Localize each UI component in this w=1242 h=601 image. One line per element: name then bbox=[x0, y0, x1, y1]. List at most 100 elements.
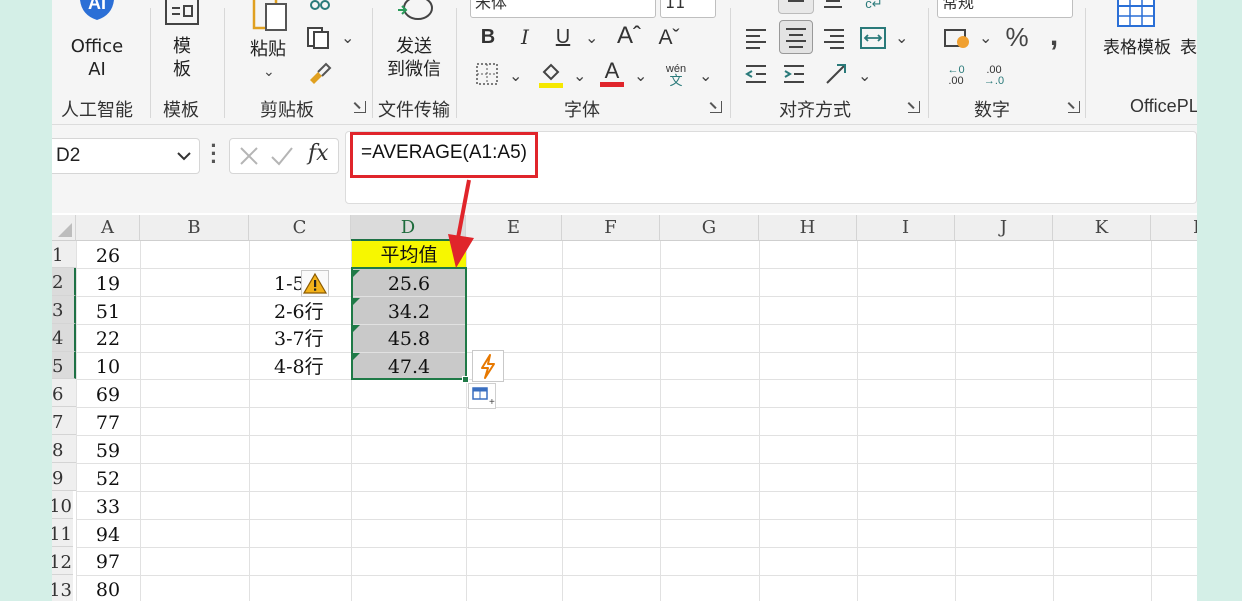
cell-a5[interactable]: 10 bbox=[76, 353, 140, 381]
cell-a3[interactable]: 51 bbox=[76, 298, 140, 326]
cell-a12[interactable]: 97 bbox=[76, 548, 140, 576]
worksheet-grid[interactable] bbox=[52, 215, 1197, 601]
column-header-b[interactable]: B bbox=[140, 215, 249, 241]
column-header-i[interactable]: I bbox=[857, 215, 955, 241]
column-header-g[interactable]: G bbox=[660, 215, 759, 241]
row-header-11[interactable]: 11 bbox=[52, 519, 73, 547]
insert-function-button[interactable]: fx bbox=[308, 141, 329, 166]
merge-dropdown-icon[interactable]: ⌄ bbox=[895, 28, 908, 48]
font-color-dropdown-icon[interactable]: ⌄ bbox=[634, 66, 647, 86]
percent-button[interactable]: % bbox=[1002, 22, 1032, 52]
template-icon[interactable] bbox=[164, 0, 200, 28]
wrap-text-icon[interactable]: c↵ bbox=[860, 0, 888, 14]
decrease-font-button[interactable]: Aˇ bbox=[655, 24, 683, 52]
underline-dropdown-icon[interactable]: ⌄ bbox=[585, 28, 598, 48]
border-dropdown-icon[interactable]: ⌄ bbox=[509, 66, 522, 86]
send-wechat-icon[interactable] bbox=[392, 0, 438, 28]
cell-a6[interactable]: 69 bbox=[76, 381, 140, 409]
underline-button[interactable]: U bbox=[552, 24, 574, 50]
format-painter-icon[interactable] bbox=[306, 60, 332, 86]
row-header-13[interactable]: 13 bbox=[52, 575, 73, 601]
align-right-icon[interactable] bbox=[820, 24, 848, 52]
paste-dropdown-icon[interactable]: ⌄ bbox=[263, 63, 275, 80]
enter-icon[interactable] bbox=[270, 145, 294, 167]
cell-a4[interactable]: 22 bbox=[76, 325, 140, 353]
flash-fill-button[interactable] bbox=[472, 350, 504, 382]
cell-a9[interactable]: 52 bbox=[76, 465, 140, 493]
cell-c5[interactable]: 4-8行 bbox=[274, 353, 350, 381]
align-top-button[interactable] bbox=[778, 0, 814, 14]
cell-a2[interactable]: 19 bbox=[76, 270, 140, 298]
error-warning-button[interactable] bbox=[301, 270, 329, 297]
font-size-combo[interactable]: 11 bbox=[660, 0, 716, 18]
align-left-icon[interactable] bbox=[742, 24, 770, 52]
cell-c4[interactable]: 3-7行 bbox=[274, 325, 350, 353]
cut-icon[interactable] bbox=[309, 0, 331, 12]
phonetic-icon[interactable]: wén 文 bbox=[662, 60, 690, 90]
decrease-decimal-icon[interactable]: .00 →.0 bbox=[980, 62, 1008, 90]
column-header-a[interactable]: A bbox=[76, 215, 140, 241]
office-ai-label[interactable]: Office AI bbox=[62, 35, 132, 81]
text-direction-icon[interactable] bbox=[822, 60, 852, 88]
send-wechat-button[interactable]: 发送 到微信 bbox=[384, 35, 444, 81]
auto-fill-options-button[interactable]: + bbox=[468, 383, 496, 409]
increase-font-button[interactable]: Aˆ bbox=[615, 22, 643, 50]
row-header-9[interactable]: 9 bbox=[52, 463, 76, 491]
number-format-combo[interactable]: 常规 bbox=[937, 0, 1073, 18]
accounting-format-icon[interactable] bbox=[942, 24, 972, 52]
bold-button[interactable]: B bbox=[477, 24, 499, 50]
office-ai-icon[interactable]: AI bbox=[72, 0, 122, 32]
column-header-f[interactable]: F bbox=[562, 215, 660, 241]
accounting-dropdown-icon[interactable]: ⌄ bbox=[979, 28, 992, 48]
select-all-button[interactable] bbox=[52, 215, 76, 241]
increase-decimal-icon[interactable]: ←0.00 bbox=[942, 62, 970, 90]
cell-c2[interactable]: 1-5 bbox=[274, 270, 304, 298]
font-name-combo[interactable]: 宋体 bbox=[470, 0, 656, 18]
cancel-icon[interactable] bbox=[238, 145, 260, 167]
copy-icon[interactable] bbox=[306, 26, 332, 50]
name-box-dropdown-icon[interactable] bbox=[174, 146, 194, 166]
table-template-icon[interactable] bbox=[1116, 0, 1156, 30]
column-header-l[interactable]: L bbox=[1151, 215, 1197, 241]
row-header-8[interactable]: 8 bbox=[52, 435, 76, 463]
column-header-c[interactable]: C bbox=[249, 215, 351, 241]
table-template-button[interactable]: 表格模板 bbox=[1097, 37, 1177, 60]
italic-button[interactable]: I bbox=[514, 24, 536, 50]
table-more-button[interactable]: 表 bbox=[1180, 37, 1197, 60]
alignment-launcher-icon[interactable] bbox=[908, 101, 920, 113]
row-header-12[interactable]: 12 bbox=[52, 547, 73, 575]
column-header-h[interactable]: H bbox=[759, 215, 857, 241]
row-header-7[interactable]: 7 bbox=[52, 407, 76, 435]
comma-style-button[interactable]: , bbox=[1042, 19, 1066, 52]
border-icon[interactable] bbox=[475, 62, 499, 86]
template-button[interactable]: 模 板 bbox=[162, 35, 202, 81]
paste-icon[interactable] bbox=[250, 0, 292, 34]
clipboard-launcher-icon[interactable] bbox=[354, 101, 366, 113]
phonetic-dropdown-icon[interactable]: ⌄ bbox=[699, 66, 712, 86]
row-header-4[interactable]: 4 bbox=[52, 324, 76, 352]
more-options-icon[interactable]: · · · bbox=[210, 135, 218, 173]
align-middle-icon[interactable] bbox=[821, 0, 845, 14]
cell-c3[interactable]: 2-6行 bbox=[274, 298, 350, 326]
cell-a1[interactable]: 26 bbox=[76, 242, 140, 270]
paste-button[interactable]: 粘贴 bbox=[244, 38, 292, 61]
text-direction-dropdown-icon[interactable]: ⌄ bbox=[858, 66, 871, 86]
row-header-1[interactable]: 1 bbox=[52, 241, 76, 268]
row-header-10[interactable]: 10 bbox=[52, 491, 73, 519]
cell-a13[interactable]: 80 bbox=[76, 576, 140, 601]
cell-a8[interactable]: 59 bbox=[76, 437, 140, 465]
row-header-6[interactable]: 6 bbox=[52, 379, 76, 407]
row-header-2[interactable]: 2 bbox=[52, 268, 76, 296]
align-center-button[interactable] bbox=[779, 20, 813, 54]
increase-indent-icon[interactable] bbox=[780, 62, 808, 86]
cell-a10[interactable]: 33 bbox=[76, 493, 140, 521]
font-launcher-icon[interactable] bbox=[710, 101, 722, 113]
fill-color-dropdown-icon[interactable]: ⌄ bbox=[573, 66, 586, 86]
cell-a11[interactable]: 94 bbox=[76, 521, 140, 549]
row-header-5[interactable]: 5 bbox=[52, 352, 76, 379]
font-color-icon[interactable]: A bbox=[599, 58, 625, 90]
cell-a7[interactable]: 77 bbox=[76, 409, 140, 437]
column-header-j[interactable]: J bbox=[955, 215, 1053, 241]
merge-center-icon[interactable] bbox=[858, 24, 888, 52]
row-header-3[interactable]: 3 bbox=[52, 296, 76, 324]
